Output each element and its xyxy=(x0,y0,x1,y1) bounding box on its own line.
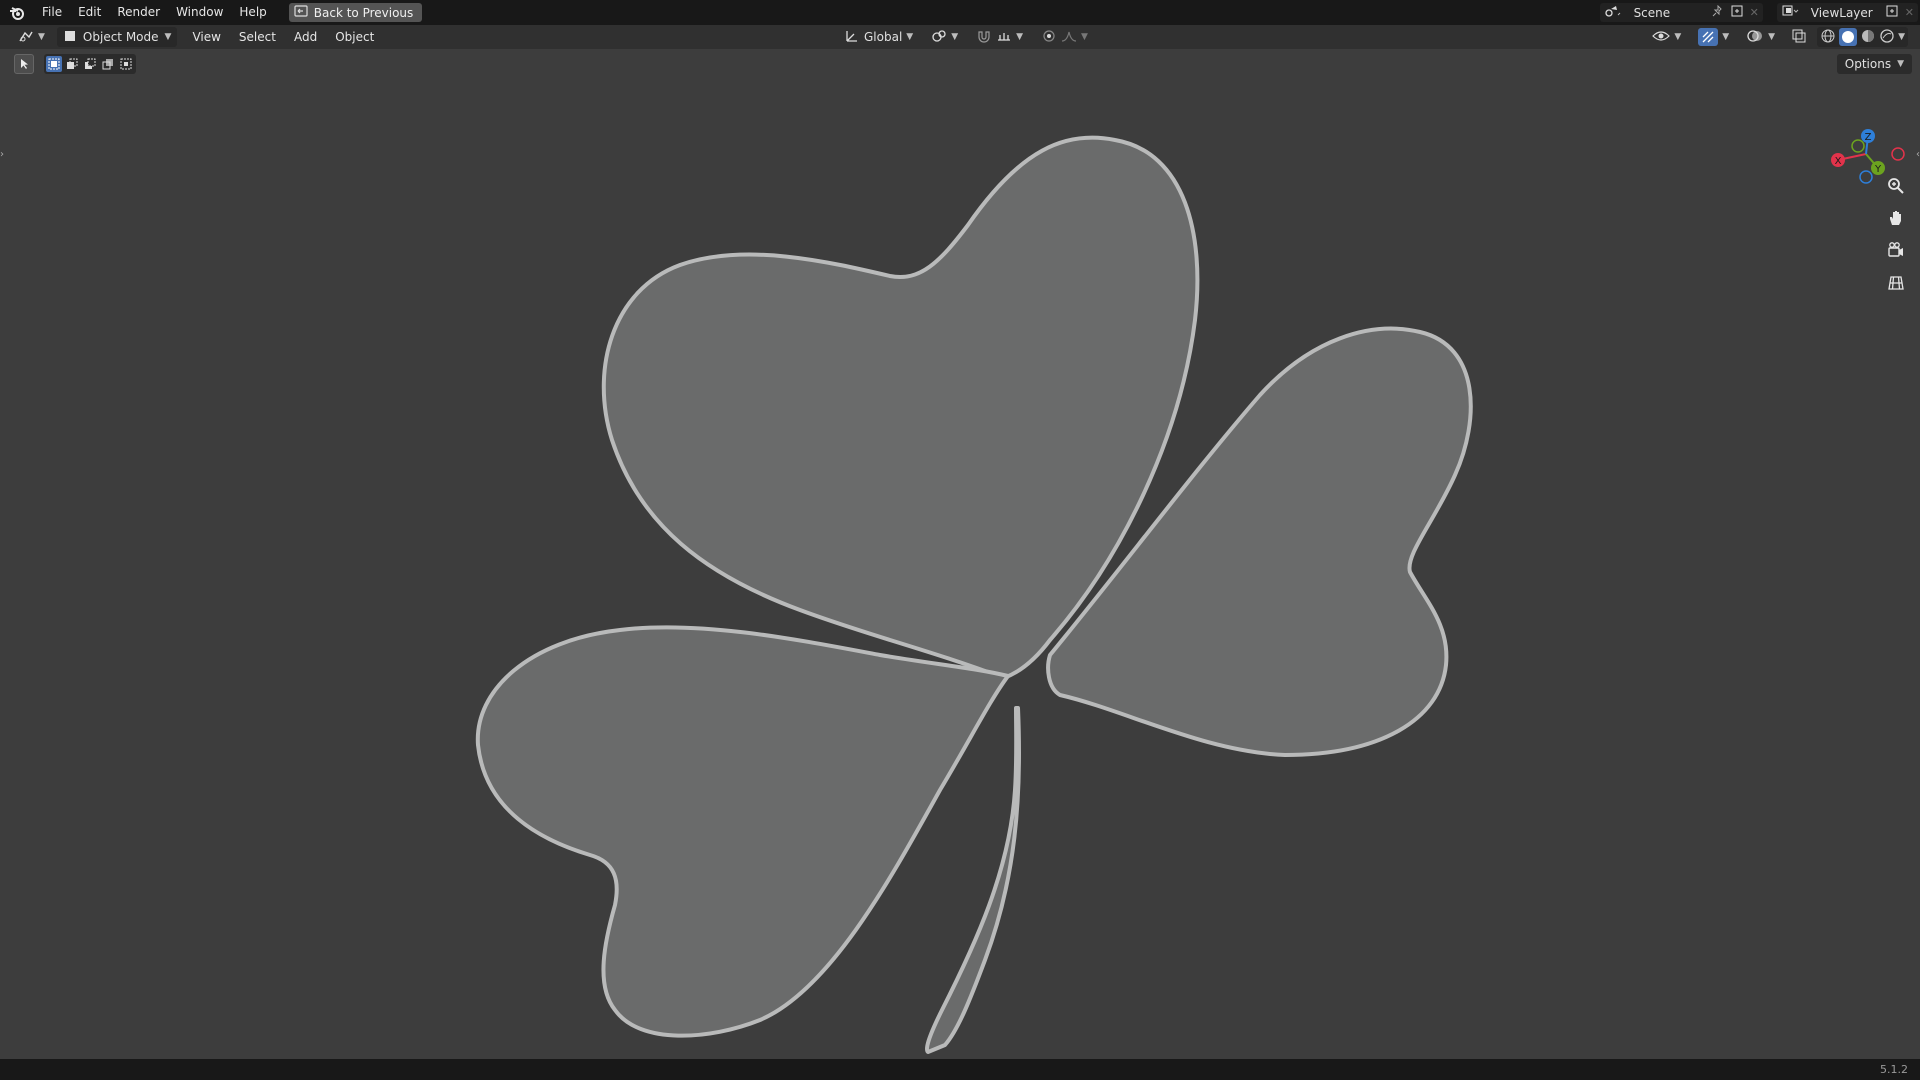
snap-toggle[interactable]: ▼ xyxy=(970,27,1029,47)
chevron-down-icon: ▼ xyxy=(1674,32,1682,42)
object-mode-label: Object Mode xyxy=(82,30,159,44)
material-preview-shading-icon[interactable] xyxy=(1860,28,1876,47)
menu-edit[interactable]: Edit xyxy=(70,0,109,25)
new-view-layer-icon[interactable] xyxy=(1885,4,1899,21)
gizmo-neg-z-axis[interactable] xyxy=(1859,170,1873,184)
new-scene-icon[interactable] xyxy=(1730,4,1744,21)
chevron-down-icon: ▼ xyxy=(164,32,172,42)
gizmo-y-label: Y xyxy=(1874,164,1882,175)
shamrock-mesh xyxy=(475,135,1473,1054)
scene-name[interactable]: Scene xyxy=(1628,6,1706,20)
magnet-icon xyxy=(976,29,992,46)
object-mode-icon xyxy=(63,29,77,46)
proportional-editing-icon xyxy=(1041,29,1057,46)
options-dropdown[interactable]: Options ▼ xyxy=(1836,54,1912,74)
chevron-down-icon: ▼ xyxy=(1016,32,1024,42)
menu-help[interactable]: Help xyxy=(231,0,274,25)
gizmo-z-label: Z xyxy=(1865,132,1872,143)
overlays-toggle[interactable]: ▼ xyxy=(1740,27,1781,47)
back-icon xyxy=(294,5,308,20)
view-layer-selector[interactable]: ViewLayer ✕ xyxy=(1776,3,1918,22)
cursor-icon xyxy=(18,55,30,74)
overlays-icon xyxy=(1746,29,1764,46)
zoom-icon[interactable] xyxy=(1883,173,1909,199)
delete-scene-icon[interactable]: ✕ xyxy=(1750,6,1759,19)
proportional-editing-toggle[interactable]: ▼ xyxy=(1035,27,1094,47)
orientation-label: Global xyxy=(864,30,903,44)
gizmo-toggle[interactable]: ▼ xyxy=(1692,27,1735,47)
menu-object[interactable]: Object xyxy=(326,25,383,49)
rendered-shading-icon[interactable] xyxy=(1879,28,1895,47)
navigation-buttons xyxy=(1883,173,1909,295)
chevron-down-icon: ▼ xyxy=(906,32,914,42)
scene-selector[interactable]: Scene ✕ xyxy=(1599,3,1763,22)
editor-type-icon xyxy=(18,29,34,46)
options-label: Options xyxy=(1844,57,1892,71)
blender-logo-icon[interactable] xyxy=(0,0,34,25)
chevron-down-icon: ▼ xyxy=(951,32,959,42)
falloff-icon[interactable] xyxy=(1061,29,1077,46)
menu-file[interactable]: File xyxy=(34,0,70,25)
tool-settings-row: Options ▼ xyxy=(0,49,1920,79)
viewport-canvas[interactable] xyxy=(0,49,1920,1059)
transform-tools: Global ▼ ▼ ▼ ▼ xyxy=(838,27,1094,47)
menu-render[interactable]: Render xyxy=(109,0,168,25)
menu-window[interactable]: Window xyxy=(168,0,231,25)
gizmo-icon xyxy=(1698,28,1719,46)
chevron-down-icon: ▼ xyxy=(1081,32,1088,42)
solid-shading-icon[interactable] xyxy=(1839,28,1858,46)
orthographic-grid-icon[interactable] xyxy=(1883,269,1909,295)
chevron-down-icon: ▼ xyxy=(1897,59,1904,69)
camera-view-icon[interactable] xyxy=(1883,237,1909,263)
snap-increment-icon[interactable] xyxy=(996,29,1012,46)
back-to-previous-button[interactable]: Back to Previous xyxy=(288,3,423,22)
eye-icon xyxy=(1652,29,1671,46)
xray-toggle[interactable] xyxy=(1786,27,1812,47)
selection-mode-group xyxy=(44,54,136,74)
gizmo-x-label: X xyxy=(1835,156,1842,167)
gizmo-neg-y-axis[interactable] xyxy=(1851,139,1865,153)
select-difference-icon[interactable] xyxy=(100,56,116,72)
scene-icon xyxy=(1604,4,1622,21)
version-label: 5.1.2 xyxy=(1880,1063,1908,1076)
shamrock-leaf-left[interactable] xyxy=(475,625,1010,1038)
chevron-down-icon: ▼ xyxy=(38,32,45,42)
orientation-icon xyxy=(844,29,860,46)
pivot-icon xyxy=(931,29,947,46)
wireframe-shading-icon[interactable] xyxy=(1820,28,1836,47)
chevron-down-icon: ▼ xyxy=(1722,32,1730,42)
chevron-down-icon: ▼ xyxy=(1768,32,1776,42)
xray-icon xyxy=(1792,29,1806,46)
editor-type-selector[interactable]: ▼ xyxy=(12,27,51,47)
pivot-point-dropdown[interactable]: ▼ xyxy=(925,27,964,47)
select-extend-icon[interactable] xyxy=(64,56,80,72)
status-bar: 5.1.2 xyxy=(0,1059,1920,1080)
select-new-icon[interactable] xyxy=(46,56,62,72)
delete-view-layer-icon[interactable]: ✕ xyxy=(1905,6,1914,19)
toolbar-expand-arrow[interactable]: › xyxy=(0,149,4,160)
object-mode-dropdown[interactable]: Object Mode ▼ xyxy=(56,27,178,47)
select-intersect-icon[interactable] xyxy=(118,56,134,72)
top-right-controls: Scene ✕ ViewLayer ✕ xyxy=(1599,0,1920,25)
back-label: Back to Previous xyxy=(313,5,414,20)
viewport-header: ▼ Object Mode ▼ View Select Add Object G… xyxy=(0,25,1920,49)
pin-icon[interactable] xyxy=(1712,4,1724,20)
transform-orientation-dropdown[interactable]: Global ▼ xyxy=(838,27,919,47)
shading-mode-group: ▼ xyxy=(1817,27,1908,47)
pan-hand-icon[interactable] xyxy=(1883,205,1909,231)
select-subtract-icon[interactable] xyxy=(82,56,98,72)
viewport-display-tools: ▼ ▼ ▼ ▼ xyxy=(1646,27,1908,47)
select-tool-button[interactable] xyxy=(14,54,34,74)
menu-select[interactable]: Select xyxy=(230,25,285,49)
menu-view[interactable]: View xyxy=(183,25,229,49)
visibility-dropdown[interactable]: ▼ xyxy=(1646,27,1687,47)
top-menu-bar: File Edit Render Window Help Back to Pre… xyxy=(0,0,1920,25)
gizmo-neg-x-axis[interactable] xyxy=(1891,147,1905,161)
menu-add[interactable]: Add xyxy=(285,25,326,49)
3d-viewport[interactable]: › ‹ X Y Z xyxy=(0,49,1920,1059)
view-layer-name[interactable]: ViewLayer xyxy=(1805,6,1879,20)
chevron-down-icon[interactable]: ▼ xyxy=(1898,32,1905,42)
view-layer-icon xyxy=(1781,4,1799,21)
